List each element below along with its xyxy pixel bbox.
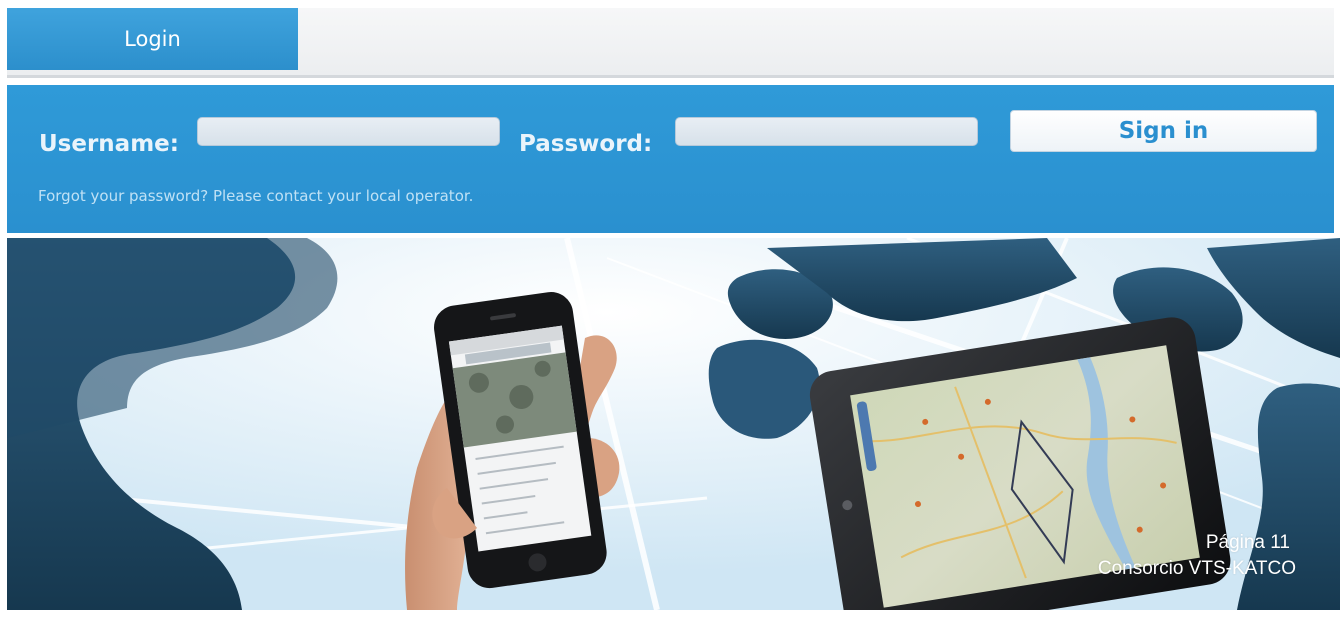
password-label: Password: [519, 131, 653, 157]
hero-illustration [7, 238, 1340, 610]
forgot-password-text: Forgot your password? Please contact you… [38, 187, 474, 205]
login-bar: Username: Password: Sign in Forgot your … [7, 85, 1334, 233]
sign-in-button[interactable]: Sign in [1010, 110, 1317, 152]
consortium-label: Consorcio VTS-KATCO [1097, 558, 1296, 579]
tab-login[interactable]: Login [7, 8, 298, 70]
tab-bar: Login [7, 8, 1334, 78]
page-number: Página 11 [1205, 532, 1290, 553]
hero-banner: Página 11 Consorcio VTS-KATCO [7, 238, 1340, 610]
username-field[interactable] [197, 117, 500, 146]
password-field[interactable] [675, 117, 978, 146]
username-label: Username: [39, 131, 179, 157]
